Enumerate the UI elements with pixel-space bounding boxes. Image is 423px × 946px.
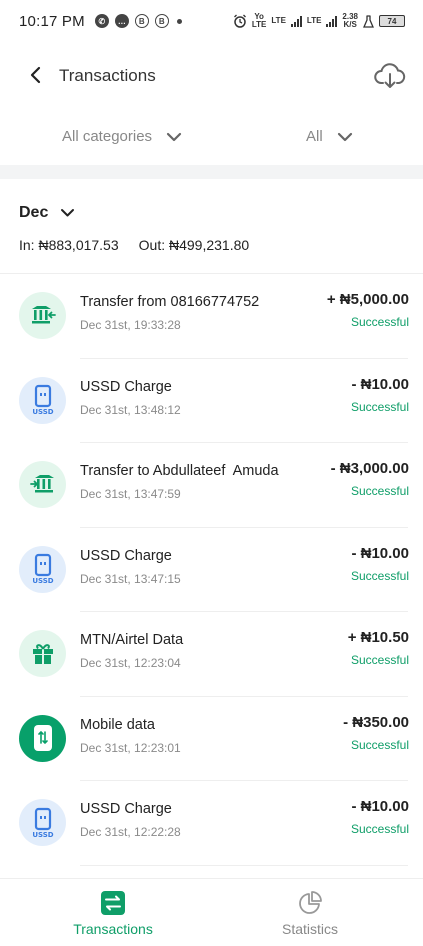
lte-1-label: LTE — [271, 16, 286, 25]
transaction-status: Successful — [350, 568, 409, 583]
ussd-icon: USSD — [19, 545, 66, 593]
month-totals: In: ₦883,017.53 Out: ₦499,231.80 — [19, 237, 249, 253]
back-arrow-icon[interactable] — [26, 64, 46, 86]
pie-chart-icon — [299, 891, 322, 914]
section-divider — [0, 165, 423, 179]
whatsapp-icon: ✆ — [94, 14, 109, 28]
transaction-name: Mobile data — [80, 716, 155, 733]
transaction-row[interactable]: USSD USSD Charge Dec 31st, 13:47:15 - ₦1… — [0, 528, 423, 613]
transaction-amount: - ₦350.00 — [343, 713, 409, 731]
transaction-row[interactable]: Mobile data Dec 31st, 12:23:01 - ₦350.00… — [0, 697, 423, 782]
gift-icon — [19, 630, 66, 677]
transfer-arrows-icon — [101, 891, 125, 915]
flask-icon — [363, 14, 374, 28]
transaction-name: Transfer from 08166774752 — [80, 294, 260, 310]
chevron-down-icon — [166, 132, 182, 141]
b-app-icon: B — [134, 14, 149, 28]
transaction-name: Transfer to Abdullateef Amuda — [80, 463, 279, 479]
transaction-row[interactable]: USSD USSD Charge Dec 31st, 12:22:28 - ₦1… — [0, 781, 423, 866]
transaction-name: MTN/Airtel Data — [80, 632, 184, 648]
mobile-data-icon — [19, 714, 66, 762]
transaction-amount: + ₦10.50 — [347, 629, 409, 646]
signal-1-icon — [290, 15, 302, 27]
chevron-down-icon — [337, 132, 352, 141]
month-label: Dec — [19, 204, 49, 221]
signal-2-icon — [326, 15, 338, 27]
transaction-date: Dec 31st, 12:23:04 — [80, 656, 181, 670]
transaction-amount: - ₦10.00 — [351, 544, 409, 562]
transaction-date: Dec 31st, 13:47:15 — [80, 571, 181, 586]
transaction-status: Successful — [350, 822, 409, 836]
svg-text:USSD: USSD — [32, 831, 53, 839]
transaction-date: Dec 31st, 12:22:28 — [80, 825, 181, 839]
transaction-date: Dec 31st, 13:47:59 — [80, 487, 181, 501]
nav-statistics-label: Statistics — [281, 921, 338, 937]
net-speed: 2.38 K/S — [342, 12, 358, 29]
total-in: In: ₦883,017.53 — [19, 237, 119, 253]
chat-icon: … — [114, 14, 129, 28]
transaction-status: Successful — [350, 315, 409, 329]
status-bar: 10:17 PM ✆ … B B Yo LTE LTE LTE 2.38 K/S 7… — [0, 0, 423, 42]
transaction-status: Successful — [350, 737, 409, 752]
status-filter-label: All — [306, 128, 323, 145]
transaction-name: USSD Charge — [80, 801, 172, 817]
svg-text:USSD: USSD — [32, 577, 53, 585]
status-filter-dropdown[interactable]: All — [306, 128, 353, 145]
bottom-navigation: Transactions Statistics — [0, 878, 423, 946]
volte-indicator: Yo LTE — [251, 12, 267, 29]
transaction-amount: - ₦10.00 — [351, 375, 409, 393]
transaction-name: USSD Charge — [80, 378, 172, 395]
transaction-row[interactable]: MTN/Airtel Data Dec 31st, 12:23:04 + ₦10… — [0, 612, 423, 697]
nav-tab-statistics[interactable]: Statistics — [240, 891, 380, 937]
bank-out-icon — [19, 461, 66, 508]
lte-2-label: LTE — [306, 16, 322, 25]
transaction-date: Dec 31st, 12:23:01 — [80, 740, 181, 755]
category-filter-dropdown[interactable]: All categories — [62, 128, 182, 145]
status-right: Yo LTE LTE LTE 2.38 K/S 74 — [233, 13, 405, 29]
svg-text:USSD: USSD — [32, 408, 53, 416]
filter-bar: All categories All — [0, 118, 423, 158]
category-filter-label: All categories — [62, 128, 153, 145]
battery-icon: 74 — [379, 15, 405, 27]
transaction-status: Successful — [350, 484, 409, 498]
transaction-amount: + ₦5,000.00 — [326, 291, 409, 308]
transaction-row[interactable]: Transfer to Abdullateef Amuda Dec 31st, … — [0, 443, 423, 528]
chevron-down-icon — [61, 209, 75, 217]
transaction-date: Dec 31st, 19:33:28 — [80, 318, 181, 332]
transaction-name: USSD Charge — [80, 547, 172, 564]
cloud-download-icon[interactable] — [374, 62, 406, 90]
month-selector[interactable]: Dec — [19, 204, 75, 222]
transaction-amount: - ₦10.00 — [351, 798, 409, 815]
status-time: 10:17 PM — [19, 12, 85, 30]
total-out: Out: ₦499,231.80 — [138, 237, 250, 253]
app-header: Transactions — [0, 50, 423, 100]
transaction-row[interactable]: Transfer from 08166774752 Dec 31st, 19:3… — [0, 274, 423, 359]
nav-tab-transactions[interactable]: Transactions — [43, 891, 183, 937]
bank-in-icon — [19, 292, 66, 339]
nav-transactions-label: Transactions — [73, 921, 153, 937]
transaction-status: Successful — [350, 399, 409, 414]
more-notifications-icon — [176, 18, 182, 24]
transaction-list: Transfer from 08166774752 Dec 31st, 19:3… — [0, 274, 423, 866]
transaction-amount: - ₦3,000.00 — [330, 460, 409, 477]
ussd-icon: USSD — [19, 376, 66, 424]
transaction-date: Dec 31st, 13:48:12 — [80, 402, 181, 417]
transaction-status: Successful — [350, 653, 409, 667]
b-app-icon-2: B — [154, 14, 169, 28]
status-left: 10:17 PM ✆ … B B — [19, 13, 182, 30]
alarm-icon — [233, 14, 246, 28]
transaction-row[interactable]: USSD USSD Charge Dec 31st, 13:48:12 - ₦1… — [0, 359, 423, 444]
page-title: Transactions — [59, 66, 156, 85]
ussd-icon: USSD — [19, 799, 66, 846]
